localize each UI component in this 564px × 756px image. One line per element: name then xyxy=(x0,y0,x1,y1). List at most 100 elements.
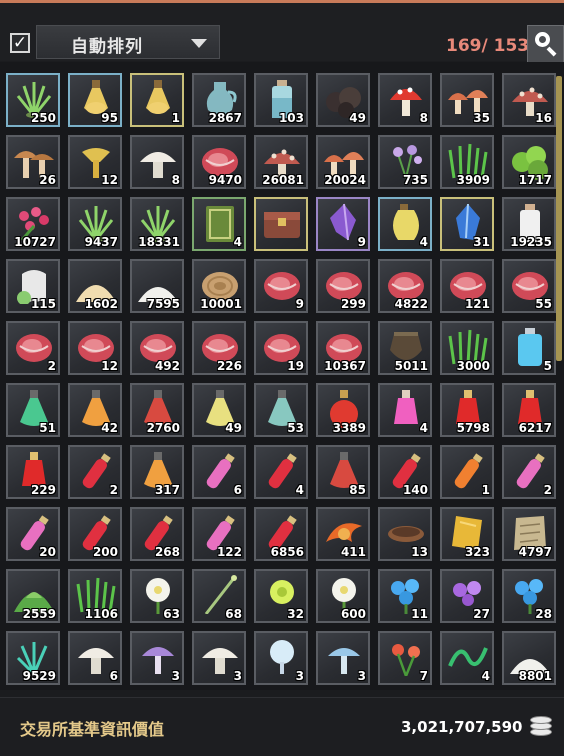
inventory-slot[interactable]: 4 xyxy=(440,631,494,685)
inventory-slot[interactable]: 16 xyxy=(502,73,556,127)
inventory-slot[interactable]: 1 xyxy=(130,73,184,127)
inventory-slot[interactable]: 2559 xyxy=(6,569,60,623)
inventory-slot[interactable]: 115 xyxy=(6,259,60,313)
inventory-slot[interactable]: 63 xyxy=(130,569,184,623)
inventory-slot[interactable]: 5798 xyxy=(440,383,494,437)
inventory-slot[interactable]: 1717 xyxy=(502,135,556,189)
inventory-slot[interactable]: 19 xyxy=(254,321,308,375)
inventory-slot[interactable]: 3 xyxy=(192,631,246,685)
inventory-slot[interactable]: 20 xyxy=(6,507,60,561)
inventory-slot[interactable]: 10367 xyxy=(316,321,370,375)
inventory-slot[interactable]: 26081 xyxy=(254,135,308,189)
inventory-slot[interactable]: 49 xyxy=(316,73,370,127)
sort-dropdown[interactable]: 自動排列 xyxy=(36,25,220,59)
inventory-slot[interactable]: 299 xyxy=(316,259,370,313)
inventory-slot[interactable]: 10001 xyxy=(192,259,246,313)
item-quantity: 9 xyxy=(295,297,304,311)
item-quantity: 18331 xyxy=(138,235,180,249)
inventory-slot[interactable]: 20024 xyxy=(316,135,370,189)
inventory-slot[interactable]: 6 xyxy=(68,631,122,685)
inventory-slot[interactable]: 317 xyxy=(130,445,184,499)
inventory-slot[interactable]: 11 xyxy=(378,569,432,623)
inventory-slot[interactable]: 492 xyxy=(130,321,184,375)
inventory-slot[interactable]: 7 xyxy=(378,631,432,685)
inventory-slot[interactable] xyxy=(254,197,308,251)
item-quantity: 4 xyxy=(481,669,490,683)
inventory-slot[interactable]: 3 xyxy=(316,631,370,685)
inventory-slot[interactable]: 1106 xyxy=(68,569,122,623)
inventory-slot[interactable]: 6 xyxy=(192,445,246,499)
inventory-slot[interactable]: 9470 xyxy=(192,135,246,189)
inventory-slot[interactable]: 5 xyxy=(502,321,556,375)
inventory-slot[interactable]: 2 xyxy=(6,321,60,375)
inventory-slot[interactable]: 3 xyxy=(254,631,308,685)
auto-sort-checkbox[interactable]: ✓ xyxy=(10,33,30,53)
inventory-slot[interactable]: 4 xyxy=(254,445,308,499)
inventory-slot[interactable]: 27 xyxy=(440,569,494,623)
inventory-slot[interactable]: 13 xyxy=(378,507,432,561)
inventory-slot[interactable]: 250 xyxy=(6,73,60,127)
inventory-slot[interactable]: 26 xyxy=(6,135,60,189)
inventory-slot[interactable]: 103 xyxy=(254,73,308,127)
inventory-slot[interactable]: 85 xyxy=(316,445,370,499)
inventory-slot[interactable]: 9 xyxy=(316,197,370,251)
scrollbar[interactable] xyxy=(556,76,562,361)
inventory-slot[interactable]: 32 xyxy=(254,569,308,623)
inventory-slot[interactable]: 55 xyxy=(502,259,556,313)
inventory-slot[interactable]: 1602 xyxy=(68,259,122,313)
inventory-slot[interactable]: 140 xyxy=(378,445,432,499)
inventory-slot[interactable]: 68 xyxy=(192,569,246,623)
inventory-slot[interactable]: 4 xyxy=(378,383,432,437)
inventory-slot[interactable]: 5011 xyxy=(378,321,432,375)
inventory-slot[interactable]: 2760 xyxy=(130,383,184,437)
inventory-slot[interactable]: 8801 xyxy=(502,631,556,685)
inventory-slot[interactable]: 9529 xyxy=(6,631,60,685)
inventory-slot[interactable]: 51 xyxy=(6,383,60,437)
item-quantity: 4822 xyxy=(394,297,428,311)
inventory-slot[interactable]: 28 xyxy=(502,569,556,623)
item-quantity: 26 xyxy=(39,173,56,187)
inventory-slot[interactable]: 229 xyxy=(6,445,60,499)
inventory-slot[interactable]: 9437 xyxy=(68,197,122,251)
inventory-slot[interactable]: 3389 xyxy=(316,383,370,437)
inventory-slot[interactable]: 95 xyxy=(68,73,122,127)
inventory-slot[interactable]: 121 xyxy=(440,259,494,313)
inventory-slot[interactable]: 3 xyxy=(130,631,184,685)
inventory-slot[interactable]: 2 xyxy=(502,445,556,499)
inventory-slot[interactable]: 12 xyxy=(68,321,122,375)
inventory-slot[interactable]: 3909 xyxy=(440,135,494,189)
inventory-slot[interactable]: 53 xyxy=(254,383,308,437)
inventory-slot[interactable]: 4 xyxy=(192,197,246,251)
inventory-slot[interactable]: 600 xyxy=(316,569,370,623)
inventory-slot[interactable]: 7595 xyxy=(130,259,184,313)
inventory-slot[interactable]: 8 xyxy=(130,135,184,189)
inventory-slot[interactable]: 268 xyxy=(130,507,184,561)
inventory-slot[interactable]: 6856 xyxy=(254,507,308,561)
inventory-slot[interactable]: 49 xyxy=(192,383,246,437)
inventory-slot[interactable]: 19235 xyxy=(502,197,556,251)
inventory-slot[interactable]: 411 xyxy=(316,507,370,561)
search-button[interactable] xyxy=(527,25,564,63)
inventory-slot[interactable]: 3000 xyxy=(440,321,494,375)
inventory-slot[interactable]: 4 xyxy=(378,197,432,251)
inventory-slot[interactable]: 35 xyxy=(440,73,494,127)
inventory-slot[interactable]: 4797 xyxy=(502,507,556,561)
inventory-slot[interactable]: 2 xyxy=(68,445,122,499)
inventory-slot[interactable]: 4822 xyxy=(378,259,432,313)
inventory-slot[interactable]: 226 xyxy=(192,321,246,375)
inventory-slot[interactable]: 323 xyxy=(440,507,494,561)
inventory-slot[interactable]: 2867 xyxy=(192,73,246,127)
inventory-slot[interactable]: 12 xyxy=(68,135,122,189)
inventory-slot[interactable]: 31 xyxy=(440,197,494,251)
inventory-slot[interactable]: 200 xyxy=(68,507,122,561)
inventory-slot[interactable]: 10727 xyxy=(6,197,60,251)
inventory-slot[interactable]: 8 xyxy=(378,73,432,127)
item-quantity: 2 xyxy=(543,483,552,497)
inventory-slot[interactable]: 42 xyxy=(68,383,122,437)
inventory-slot[interactable]: 122 xyxy=(192,507,246,561)
inventory-slot[interactable]: 6217 xyxy=(502,383,556,437)
inventory-slot[interactable]: 735 xyxy=(378,135,432,189)
inventory-slot[interactable]: 18331 xyxy=(130,197,184,251)
inventory-slot[interactable]: 9 xyxy=(254,259,308,313)
inventory-slot[interactable]: 1 xyxy=(440,445,494,499)
